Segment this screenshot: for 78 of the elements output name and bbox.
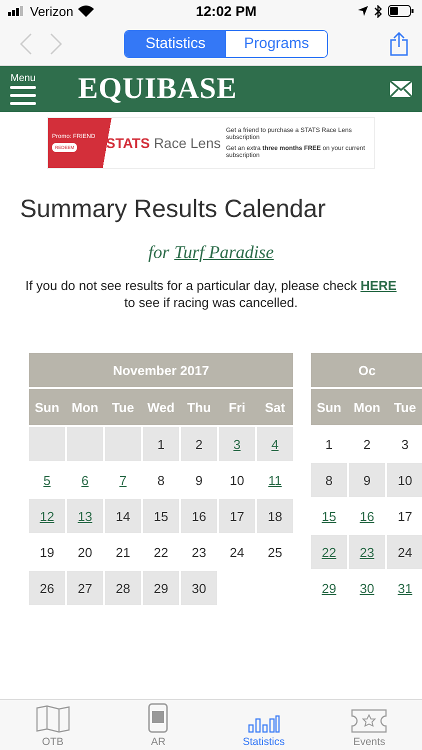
tab-bar-item[interactable]: AR	[106, 700, 211, 750]
weekday-label: Tue	[110, 398, 136, 416]
weekday-label: Sun	[34, 398, 60, 416]
tab-bar-item[interactable]: Statistics	[211, 700, 316, 750]
weekday-label: Sat	[264, 398, 286, 416]
day-cell: 14	[105, 499, 141, 533]
carrier-name: Verizon	[30, 4, 74, 18]
day-link[interactable]: 15	[322, 508, 336, 524]
weekday-label: Wed	[146, 398, 176, 416]
month-header: Oc	[311, 353, 422, 387]
tab-bar-item[interactable]: OTB	[0, 700, 106, 750]
weekday-label: Tue	[392, 398, 418, 416]
day-cell: 9	[349, 463, 385, 497]
day-cell: 2	[181, 427, 217, 461]
day-cell: 1	[143, 427, 179, 461]
brand-name: STATS	[106, 135, 150, 151]
day-cell: 29	[143, 571, 179, 605]
day-link[interactable]: 5	[43, 472, 51, 488]
track-link[interactable]: Turf Paradise	[174, 242, 274, 263]
day-cell: 18	[257, 499, 293, 533]
menu-button[interactable]: Menu	[10, 73, 36, 105]
day-cell[interactable]: 23	[349, 535, 385, 569]
brand-name: Race Lens	[154, 135, 221, 151]
day-link[interactable]: 7	[119, 472, 127, 488]
page-title: Summary Results Calendar	[20, 195, 327, 224]
notice-text: If you do not see results for a particular day, please check HERE to see if racing was cancelled.	[24, 277, 398, 311]
day-cell[interactable]: 4	[257, 427, 293, 461]
wifi-icon	[78, 5, 94, 17]
day-cell: 15	[143, 499, 179, 533]
day-link[interactable]: 16	[360, 508, 374, 524]
weekday-label: Thu	[186, 398, 212, 416]
day-cell: 28	[105, 571, 141, 605]
day-cell: 24	[387, 535, 422, 569]
ticket-icon	[351, 709, 388, 733]
day-cell[interactable]: 3	[219, 427, 255, 461]
day-cell: 30	[181, 571, 217, 605]
day-cell[interactable]: 13	[67, 499, 103, 533]
day-link[interactable]: 13	[78, 508, 92, 524]
day-link[interactable]: 22	[322, 544, 336, 560]
map-icon	[36, 705, 70, 733]
weekday-label: Fri	[228, 398, 246, 416]
segment-tab[interactable]: Programs	[226, 30, 327, 56]
segment-tab[interactable]: Statistics	[125, 30, 226, 56]
day-link[interactable]: 23	[360, 544, 374, 560]
day-cell[interactable]: 12	[29, 499, 65, 533]
day-link[interactable]: 31	[398, 580, 412, 596]
share-icon[interactable]	[390, 32, 408, 56]
phone-icon	[146, 703, 170, 733]
subtitle-text: for	[148, 242, 170, 263]
day-cell: 17	[219, 499, 255, 533]
day-cell: 26	[29, 571, 65, 605]
day-link[interactable]: 3	[233, 436, 241, 452]
menu-icon	[10, 85, 36, 105]
day-cell: 16	[181, 499, 217, 533]
day-cell: 27	[67, 571, 103, 605]
day-link[interactable]: 11	[268, 472, 282, 488]
weekday-label: Sun	[316, 398, 342, 416]
day-link[interactable]: 29	[322, 580, 336, 596]
tab-bar-item[interactable]: Events	[316, 700, 422, 750]
here-link[interactable]: HERE	[360, 278, 397, 293]
day-link[interactable]: 30	[360, 580, 374, 596]
logo[interactable]: EQUIBASE	[78, 72, 238, 106]
battery-icon	[388, 5, 414, 17]
weekday-label: Mon	[70, 398, 100, 416]
bar-chart-icon	[248, 713, 280, 733]
day-cell[interactable]: 22	[311, 535, 347, 569]
mail-icon[interactable]	[390, 81, 412, 97]
location-arrow-icon	[358, 6, 368, 16]
day-link[interactable]: 12	[40, 508, 54, 524]
day-link[interactable]: 4	[271, 436, 279, 452]
day-cell: 8	[311, 463, 347, 497]
month-header: November 2017	[29, 353, 293, 387]
bluetooth-icon	[374, 4, 382, 18]
day-link[interactable]: 6	[81, 472, 89, 488]
day-cell: 10	[387, 463, 422, 497]
signal-icon	[8, 6, 26, 16]
weekday-label: Mon	[352, 398, 382, 416]
clock-time: 12:02 PM	[194, 3, 258, 19]
